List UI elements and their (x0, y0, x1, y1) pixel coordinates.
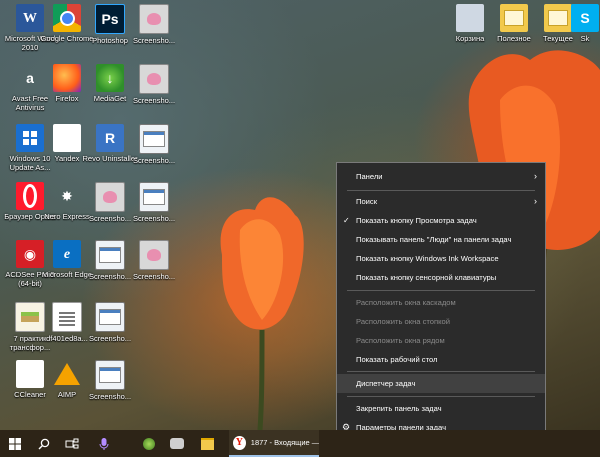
taskbar-active-app[interactable]: Y 1877 - Входящие —... (229, 430, 319, 457)
chevron-right-icon: › (534, 196, 537, 206)
screenshot-icon (95, 240, 125, 270)
cortana-button[interactable] (90, 430, 118, 457)
taskbar-app-green[interactable] (136, 430, 162, 457)
cortana-icon (99, 437, 109, 450)
folder-icon (544, 4, 572, 32)
menu-item-task-manager[interactable]: Диспетчер задач (337, 374, 545, 393)
menu-item-label: Показывать панель "Люди" на панели задач (356, 235, 512, 244)
chevron-right-icon: › (534, 171, 537, 181)
menu-item-label: Расположить окна каскадом (356, 298, 456, 307)
desktop-icon-label: Screensho... (88, 392, 132, 401)
menu-item-show-task-view[interactable]: ✓ Показать кнопку Просмотра задач (337, 211, 545, 230)
menu-item-label: Диспетчер задач (356, 379, 416, 388)
desktop-icon-label: Screensho... (132, 214, 176, 223)
task-view-icon (65, 438, 79, 448)
menu-item-stack: Расположить окна стопкой (337, 312, 545, 331)
menu-item-lock-taskbar[interactable]: Закрепить панель задач (337, 399, 545, 418)
menu-item-label: Показать кнопку сенсорной клавиатуры (356, 273, 497, 282)
yandex-icon: Y (53, 124, 81, 152)
windows-start-icon (9, 437, 21, 450)
menu-separator (347, 290, 535, 291)
task-view-button[interactable] (58, 430, 86, 457)
menu-item-label: Поиск (356, 197, 378, 206)
edge-icon: e (53, 240, 81, 268)
desktop-icon-screenshot[interactable]: Screensho... (125, 122, 183, 178)
firefox-icon (53, 64, 81, 92)
taskbar-file-explorer[interactable] (194, 430, 220, 457)
desktop-icon-screenshot[interactable]: Screensho... (81, 358, 139, 414)
desktop-icon-screenshot[interactable]: Screensho... (125, 238, 183, 294)
menu-item-side-by-side: Расположить окна рядом (337, 331, 545, 350)
desktop-icon-label: Screensho... (88, 334, 132, 343)
screenshot-icon (95, 360, 125, 390)
taskbar-app-title: 1877 - Входящие —... (250, 438, 319, 447)
menu-separator (347, 190, 535, 191)
taskbar-app-device[interactable] (164, 430, 190, 457)
screenshot-icon (95, 182, 125, 212)
start-button[interactable] (0, 430, 30, 457)
screenshot-icon (139, 182, 169, 212)
app-icon (143, 437, 155, 450)
desktop-icon-screenshot[interactable]: Screensho... (125, 62, 183, 118)
menu-item-search[interactable]: Поиск › (337, 192, 545, 211)
desktop-icon-label: Screensho... (132, 96, 176, 105)
menu-item-label: Расположить окна стопкой (356, 317, 450, 326)
menu-separator (347, 396, 535, 397)
menu-item-label: Показать кнопку Просмотра задач (356, 216, 477, 225)
checkmark-icon: ✓ (343, 216, 350, 225)
skype-icon: S (571, 4, 599, 32)
menu-item-show-ink[interactable]: Показать кнопку Windows Ink Workspace (337, 249, 545, 268)
folder-icon (500, 4, 528, 32)
taskbar-context-menu: Панели › Поиск › ✓ Показать кнопку Просм… (336, 162, 546, 440)
search-icon (38, 438, 50, 449)
file-explorer-icon (200, 437, 214, 450)
revo-icon: R (96, 124, 124, 152)
screenshot-icon (139, 124, 169, 154)
menu-item-show-keyboard[interactable]: Показать кнопку сенсорной клавиатуры (337, 268, 545, 287)
menu-item-label: Панели (356, 172, 383, 181)
desktop-icon-label: Screensho... (132, 36, 176, 45)
desktop-icon-label: Screensho... (132, 156, 176, 165)
screenshot-icon (139, 64, 169, 94)
nero-icon: ✸ (61, 187, 73, 204)
chrome-icon (53, 4, 81, 32)
app-icon (170, 438, 184, 449)
menu-item-cascade: Расположить окна каскадом (337, 293, 545, 312)
menu-item-label: Закрепить панель задач (356, 404, 442, 413)
screenshot-icon (95, 302, 125, 332)
menu-item-label: Показать кнопку Windows Ink Workspace (356, 254, 499, 263)
desktop-icon-label: Sk (580, 34, 590, 43)
yandex-icon: Y (233, 435, 246, 450)
menu-item-panels[interactable]: Панели › (337, 167, 545, 186)
menu-item-show-people[interactable]: Показывать панель "Люди" на панели задач (337, 230, 545, 249)
menu-item-show-desktop[interactable]: Показать рабочий стол (337, 350, 545, 369)
desktop-icon-screenshot[interactable]: Screensho... (125, 180, 183, 236)
menu-item-label: Расположить окна рядом (356, 336, 445, 345)
mediaget-icon: ↓ (96, 64, 124, 92)
desktop-icon-screenshot[interactable]: Screensho... (81, 300, 139, 356)
desktop-icon-screenshot[interactable]: Screensho... (125, 2, 183, 58)
search-button[interactable] (30, 430, 58, 457)
desktop-icon-label: Screensho... (132, 272, 176, 281)
aimp-icon (53, 360, 81, 388)
screenshot-icon (139, 4, 169, 34)
desktop-icon-skype[interactable]: S Sk (570, 2, 600, 58)
recycle-bin-icon (456, 4, 484, 32)
menu-separator (347, 371, 535, 372)
taskbar: Y 1877 - Входящие —... (0, 430, 600, 457)
file-icon (52, 302, 82, 332)
screenshot-icon (139, 240, 169, 270)
menu-item-label: Показать рабочий стол (356, 355, 438, 364)
photoshop-icon: Ps (95, 4, 125, 34)
